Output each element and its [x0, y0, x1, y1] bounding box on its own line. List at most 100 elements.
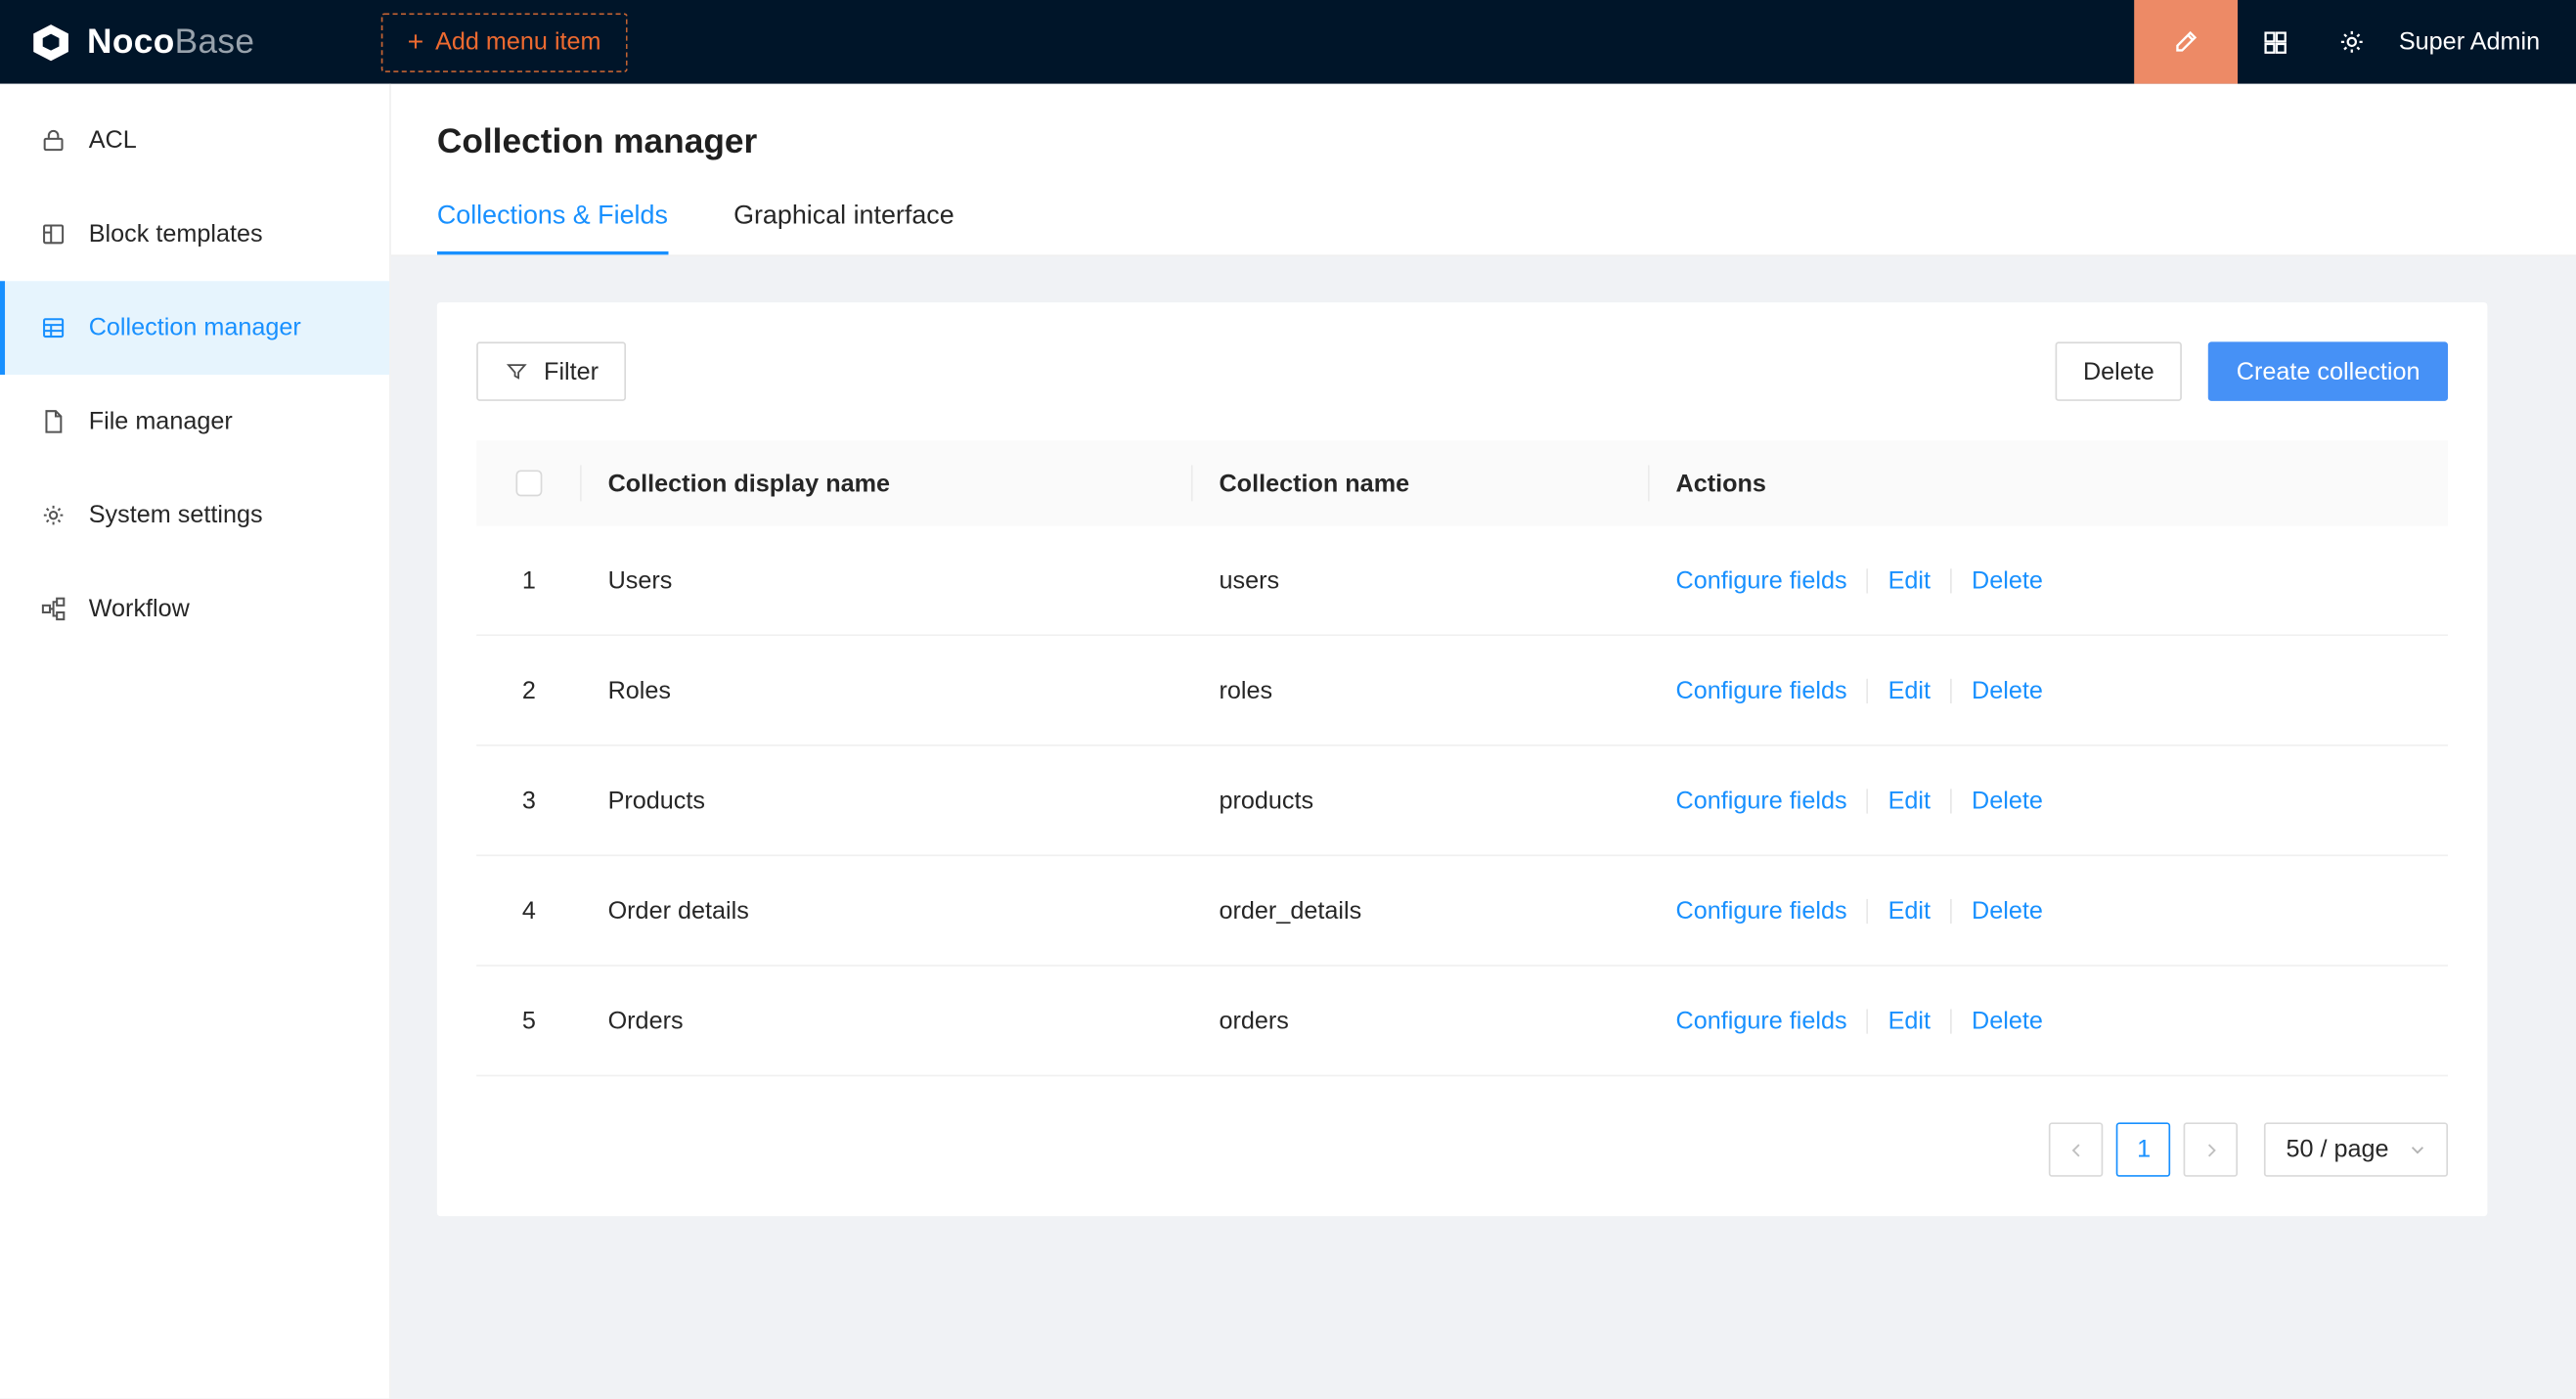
- sidebar-item-workflow[interactable]: Workflow: [0, 563, 389, 656]
- action-divider: [1950, 678, 1952, 702]
- layout-icon: [39, 220, 67, 248]
- edit-link[interactable]: Edit: [1888, 566, 1931, 595]
- settings-button[interactable]: [2313, 0, 2388, 84]
- create-collection-button[interactable]: Create collection: [2208, 341, 2448, 400]
- table-row: 2 Roles roles Configure fields Edit Dele…: [476, 636, 2448, 746]
- workflow-icon: [39, 595, 67, 623]
- cell-name: orders: [1193, 1007, 1650, 1035]
- delete-link[interactable]: Delete: [1972, 1007, 2043, 1035]
- column-header-actions: Actions: [1650, 470, 2448, 498]
- header-right-actions: Super Admin: [2134, 0, 2576, 84]
- sidebar-item-label: Block templates: [89, 220, 263, 248]
- configure-fields-link[interactable]: Configure fields: [1675, 1007, 1846, 1035]
- delete-button[interactable]: Delete: [2055, 341, 2182, 400]
- row-index: 5: [476, 1007, 582, 1035]
- gear-icon: [39, 501, 67, 529]
- delete-link[interactable]: Delete: [1972, 566, 2043, 595]
- table-row: 5 Orders orders Configure fields Edit De…: [476, 967, 2448, 1077]
- configure-fields-link[interactable]: Configure fields: [1675, 566, 1846, 595]
- sidebar-item-system-settings[interactable]: System settings: [0, 469, 389, 563]
- page-size-select[interactable]: 50 / page: [2265, 1122, 2448, 1176]
- filter-funnel-icon: [505, 359, 529, 384]
- table-header-row: Collection display name Collection name …: [476, 440, 2448, 525]
- row-index: 2: [476, 676, 582, 704]
- cell-actions: Configure fields Edit Delete: [1650, 787, 2448, 815]
- table-row: 1 Users users Configure fields Edit Dele…: [476, 526, 2448, 637]
- configure-fields-link[interactable]: Configure fields: [1675, 787, 1846, 815]
- page-size-value: 50 / page: [2286, 1136, 2388, 1164]
- pagination-prev-button[interactable]: [2050, 1122, 2104, 1176]
- chevron-down-icon: [2409, 1141, 2426, 1158]
- sidebar-item-collection-manager[interactable]: Collection manager: [0, 281, 389, 375]
- sidebar-item-acl[interactable]: ACL: [0, 94, 389, 188]
- plus-icon: +: [408, 28, 424, 57]
- highlighter-icon: [2170, 26, 2201, 58]
- cell-display-name: Users: [582, 566, 1193, 595]
- edit-link[interactable]: Edit: [1888, 1007, 1931, 1035]
- pagination-next-button[interactable]: [2184, 1122, 2238, 1176]
- cell-name: users: [1193, 566, 1650, 595]
- action-divider: [1867, 1009, 1869, 1033]
- pagination: 1 50 / page: [476, 1122, 2448, 1176]
- toolbar: Filter Delete Create collection: [476, 341, 2448, 400]
- brand-light: Base: [175, 23, 255, 61]
- add-menu-item-button[interactable]: + Add menu item: [381, 13, 628, 71]
- configure-fields-link[interactable]: Configure fields: [1675, 676, 1846, 704]
- sidebar: ACL Block templates Collection manager F…: [0, 84, 391, 1399]
- collections-card: Filter Delete Create collection: [437, 302, 2488, 1216]
- collections-table: Collection display name Collection name …: [476, 440, 2448, 1076]
- sidebar-item-file-manager[interactable]: File manager: [0, 375, 389, 469]
- sidebar-item-label: System settings: [89, 501, 263, 529]
- user-menu[interactable]: Super Admin: [2389, 28, 2576, 57]
- row-index: 4: [476, 896, 582, 925]
- action-divider: [1950, 567, 1952, 592]
- filter-button[interactable]: Filter: [476, 341, 626, 400]
- action-divider: [1950, 898, 1952, 923]
- top-header: NocoBase + Add menu item: [0, 0, 2576, 84]
- gear-icon: [2335, 26, 2367, 58]
- cell-name: roles: [1193, 676, 1650, 704]
- action-divider: [1867, 678, 1869, 702]
- chevron-right-icon: [2201, 1140, 2221, 1159]
- pagination-page-1[interactable]: 1: [2116, 1122, 2170, 1176]
- lock-icon: [39, 126, 67, 155]
- configure-fields-link[interactable]: Configure fields: [1675, 896, 1846, 925]
- sidebar-item-label: ACL: [89, 126, 137, 155]
- page-header: Collection manager Collections & Fields …: [391, 84, 2576, 256]
- action-divider: [1867, 789, 1869, 813]
- cell-name: order_details: [1193, 896, 1650, 925]
- select-all-checkbox[interactable]: [515, 470, 542, 496]
- sidebar-item-label: Workflow: [89, 595, 190, 623]
- sidebar-item-block-templates[interactable]: Block templates: [0, 188, 389, 282]
- logo[interactable]: NocoBase: [0, 21, 362, 64]
- edit-link[interactable]: Edit: [1888, 676, 1931, 704]
- page-title: Collection manager: [437, 84, 2530, 190]
- tab-collections-fields[interactable]: Collections & Fields: [437, 189, 668, 254]
- tab-graphical-interface[interactable]: Graphical interface: [733, 189, 955, 254]
- delete-link[interactable]: Delete: [1972, 896, 2043, 925]
- action-divider: [1950, 789, 1952, 813]
- ui-editor-toggle-button[interactable]: [2134, 0, 2238, 84]
- column-header-name: Collection name: [1193, 470, 1650, 498]
- table-row: 3 Products products Configure fields Edi…: [476, 746, 2448, 857]
- edit-link[interactable]: Edit: [1888, 896, 1931, 925]
- delete-link[interactable]: Delete: [1972, 787, 2043, 815]
- delete-link[interactable]: Delete: [1972, 676, 2043, 704]
- nocobase-cube-icon: [29, 21, 72, 64]
- plugins-button[interactable]: [2238, 0, 2313, 84]
- sidebar-item-label: Collection manager: [89, 314, 301, 342]
- brand-bold: Noco: [87, 23, 175, 61]
- filter-button-label: Filter: [544, 357, 599, 385]
- edit-link[interactable]: Edit: [1888, 787, 1931, 815]
- create-collection-label: Create collection: [2237, 357, 2421, 385]
- row-index: 3: [476, 787, 582, 815]
- brand-text: NocoBase: [87, 23, 254, 62]
- cell-actions: Configure fields Edit Delete: [1650, 896, 2448, 925]
- cell-actions: Configure fields Edit Delete: [1650, 1007, 2448, 1035]
- column-header-display-name: Collection display name: [582, 470, 1193, 498]
- tab-bar: Collections & Fields Graphical interface: [391, 189, 2576, 256]
- cell-display-name: Order details: [582, 896, 1193, 925]
- header-checkbox-cell: [476, 470, 582, 496]
- main-area: Collection manager Collections & Fields …: [391, 84, 2576, 1399]
- cell-actions: Configure fields Edit Delete: [1650, 566, 2448, 595]
